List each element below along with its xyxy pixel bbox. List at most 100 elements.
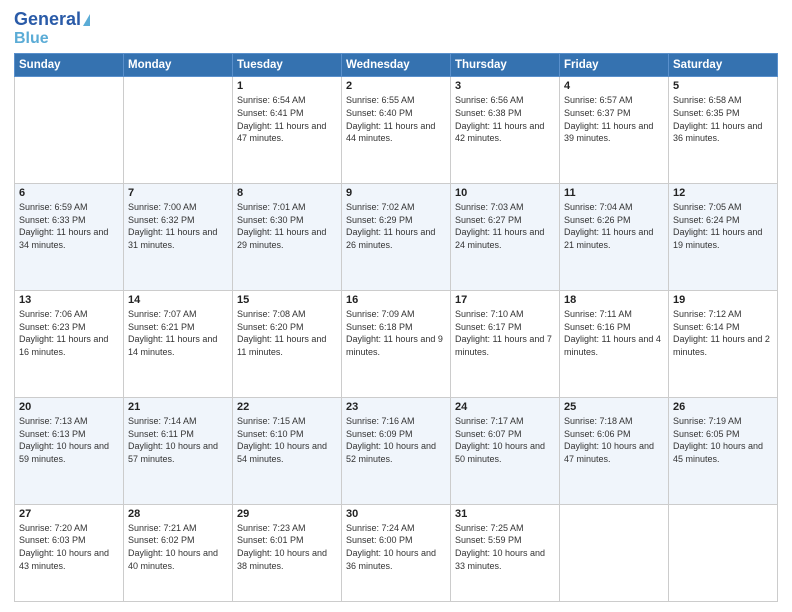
calendar-row-0: 1 Sunrise: 6:54 AM Sunset: 6:41 PM Daylig… bbox=[15, 77, 778, 184]
weekday-header-friday: Friday bbox=[560, 54, 669, 77]
calendar-cell: 19Sunrise: 7:12 AM Sunset: 6:14 PM Dayli… bbox=[669, 291, 778, 398]
weekday-header-sunday: Sunday bbox=[15, 54, 124, 77]
day-number: 11 bbox=[564, 187, 664, 199]
page: General Blue SundayMondayTuesdayWednesda… bbox=[0, 0, 792, 612]
weekday-header-row: SundayMondayTuesdayWednesdayThursdayFrid… bbox=[15, 54, 778, 77]
calendar-cell: 24 Sunrise: 7:17 AM Sunset: 6:07 PM Dayli… bbox=[451, 397, 560, 504]
weekday-header-monday: Monday bbox=[124, 54, 233, 77]
calendar-cell: 1 Sunrise: 6:54 AM Sunset: 6:41 PM Daylig… bbox=[233, 77, 342, 184]
day-info: Sunrise: 6:58 AM Sunset: 6:35 PM Dayligh… bbox=[673, 94, 773, 144]
day-number: 28 bbox=[128, 508, 228, 520]
day-info: Sunrise: 7:04 AM Sunset: 6:26 PM Dayligh… bbox=[564, 201, 664, 251]
day-info: Sunrise: 7:00 AM Sunset: 6:32 PM Dayligh… bbox=[128, 201, 228, 251]
day-number: 13 bbox=[19, 294, 119, 306]
day-number: 12 bbox=[673, 187, 773, 199]
day-number: 17 bbox=[455, 294, 555, 306]
calendar-cell: 5 Sunrise: 6:58 AM Sunset: 6:35 PM Daylig… bbox=[669, 77, 778, 184]
day-number: 30 bbox=[346, 508, 446, 520]
day-number: 8 bbox=[237, 187, 337, 199]
calendar-cell bbox=[669, 504, 778, 601]
calendar-cell: 17 Sunrise: 7:10 AM Sunset: 6:17 PM Dayli… bbox=[451, 291, 560, 398]
day-info: Sunrise: 7:03 AM Sunset: 6:27 PM Dayligh… bbox=[455, 201, 555, 251]
calendar-row-2: 13 Sunrise: 7:06 AM Sunset: 6:23 PM Dayli… bbox=[15, 291, 778, 398]
calendar-cell: 14Sunrise: 7:07 AM Sunset: 6:21 PM Dayli… bbox=[124, 291, 233, 398]
day-info: Sunrise: 7:20 AM Sunset: 6:03 PM Dayligh… bbox=[19, 522, 119, 572]
day-info: Sunrise: 7:25 AM Sunset: 5:59 PM Dayligh… bbox=[455, 522, 555, 572]
day-info: Sunrise: 7:10 AM Sunset: 6:17 PM Dayligh… bbox=[455, 308, 555, 358]
calendar-cell: 27Sunrise: 7:20 AM Sunset: 6:03 PM Dayli… bbox=[15, 504, 124, 601]
header: General Blue bbox=[14, 10, 778, 47]
weekday-header-wednesday: Wednesday bbox=[342, 54, 451, 77]
day-info: Sunrise: 7:11 AM Sunset: 6:16 PM Dayligh… bbox=[564, 308, 664, 358]
day-info: Sunrise: 6:54 AM Sunset: 6:41 PM Dayligh… bbox=[237, 94, 337, 144]
day-number: 25 bbox=[564, 401, 664, 413]
calendar-cell: 26 Sunrise: 7:19 AM Sunset: 6:05 PM Dayli… bbox=[669, 397, 778, 504]
day-info: Sunrise: 7:19 AM Sunset: 6:05 PM Dayligh… bbox=[673, 415, 773, 465]
day-info: Sunrise: 7:09 AM Sunset: 6:18 PM Dayligh… bbox=[346, 308, 446, 358]
calendar-cell: 15 Sunrise: 7:08 AM Sunset: 6:20 PM Dayli… bbox=[233, 291, 342, 398]
day-info: Sunrise: 7:14 AM Sunset: 6:11 PM Dayligh… bbox=[128, 415, 228, 465]
day-number: 16 bbox=[346, 294, 446, 306]
calendar-cell bbox=[560, 504, 669, 601]
calendar-row-1: 6Sunrise: 6:59 AM Sunset: 6:33 PM Daylig… bbox=[15, 184, 778, 291]
calendar-cell: 7 Sunrise: 7:00 AM Sunset: 6:32 PM Daylig… bbox=[124, 184, 233, 291]
day-number: 14 bbox=[128, 294, 228, 306]
day-number: 24 bbox=[455, 401, 555, 413]
calendar-cell: 31 Sunrise: 7:25 AM Sunset: 5:59 PM Dayli… bbox=[451, 504, 560, 601]
day-number: 31 bbox=[455, 508, 555, 520]
logo-triangle-icon bbox=[83, 14, 90, 26]
day-number: 4 bbox=[564, 80, 664, 92]
day-info: Sunrise: 7:17 AM Sunset: 6:07 PM Dayligh… bbox=[455, 415, 555, 465]
calendar-cell: 10 Sunrise: 7:03 AM Sunset: 6:27 PM Dayli… bbox=[451, 184, 560, 291]
logo-text: General bbox=[14, 10, 81, 30]
day-number: 7 bbox=[128, 187, 228, 199]
day-info: Sunrise: 7:08 AM Sunset: 6:20 PM Dayligh… bbox=[237, 308, 337, 358]
day-number: 26 bbox=[673, 401, 773, 413]
calendar-cell: 8 Sunrise: 7:01 AM Sunset: 6:30 PM Daylig… bbox=[233, 184, 342, 291]
day-number: 6 bbox=[19, 187, 119, 199]
day-info: Sunrise: 6:57 AM Sunset: 6:37 PM Dayligh… bbox=[564, 94, 664, 144]
calendar-table: SundayMondayTuesdayWednesdayThursdayFrid… bbox=[14, 53, 778, 602]
day-info: Sunrise: 7:18 AM Sunset: 6:06 PM Dayligh… bbox=[564, 415, 664, 465]
calendar-cell: 28 Sunrise: 7:21 AM Sunset: 6:02 PM Dayli… bbox=[124, 504, 233, 601]
calendar-cell bbox=[124, 77, 233, 184]
day-info: Sunrise: 7:02 AM Sunset: 6:29 PM Dayligh… bbox=[346, 201, 446, 251]
calendar-cell: 21Sunrise: 7:14 AM Sunset: 6:11 PM Dayli… bbox=[124, 397, 233, 504]
day-info: Sunrise: 7:13 AM Sunset: 6:13 PM Dayligh… bbox=[19, 415, 119, 465]
day-info: Sunrise: 7:06 AM Sunset: 6:23 PM Dayligh… bbox=[19, 308, 119, 358]
day-info: Sunrise: 7:05 AM Sunset: 6:24 PM Dayligh… bbox=[673, 201, 773, 251]
calendar-cell: 16 Sunrise: 7:09 AM Sunset: 6:18 PM Dayli… bbox=[342, 291, 451, 398]
day-number: 10 bbox=[455, 187, 555, 199]
calendar-cell: 18Sunrise: 7:11 AM Sunset: 6:16 PM Dayli… bbox=[560, 291, 669, 398]
day-number: 5 bbox=[673, 80, 773, 92]
calendar-cell: 20Sunrise: 7:13 AM Sunset: 6:13 PM Dayli… bbox=[15, 397, 124, 504]
calendar-cell bbox=[15, 77, 124, 184]
calendar-cell: 13 Sunrise: 7:06 AM Sunset: 6:23 PM Dayli… bbox=[15, 291, 124, 398]
calendar-cell: 4 Sunrise: 6:57 AM Sunset: 6:37 PM Daylig… bbox=[560, 77, 669, 184]
calendar-cell: 23Sunrise: 7:16 AM Sunset: 6:09 PM Dayli… bbox=[342, 397, 451, 504]
day-number: 2 bbox=[346, 80, 446, 92]
day-number: 3 bbox=[455, 80, 555, 92]
day-info: Sunrise: 7:21 AM Sunset: 6:02 PM Dayligh… bbox=[128, 522, 228, 572]
calendar-cell: 22 Sunrise: 7:15 AM Sunset: 6:10 PM Dayli… bbox=[233, 397, 342, 504]
calendar-cell: 3 Sunrise: 6:56 AM Sunset: 6:38 PM Daylig… bbox=[451, 77, 560, 184]
calendar-cell: 29Sunrise: 7:23 AM Sunset: 6:01 PM Dayli… bbox=[233, 504, 342, 601]
day-info: Sunrise: 6:55 AM Sunset: 6:40 PM Dayligh… bbox=[346, 94, 446, 144]
calendar-cell: 25 Sunrise: 7:18 AM Sunset: 6:06 PM Dayli… bbox=[560, 397, 669, 504]
logo-blue: Blue bbox=[14, 30, 49, 48]
day-number: 22 bbox=[237, 401, 337, 413]
day-info: Sunrise: 7:23 AM Sunset: 6:01 PM Dayligh… bbox=[237, 522, 337, 572]
day-number: 15 bbox=[237, 294, 337, 306]
weekday-header-saturday: Saturday bbox=[669, 54, 778, 77]
calendar-row-4: 27Sunrise: 7:20 AM Sunset: 6:03 PM Dayli… bbox=[15, 504, 778, 601]
day-info: Sunrise: 7:16 AM Sunset: 6:09 PM Dayligh… bbox=[346, 415, 446, 465]
day-info: Sunrise: 7:12 AM Sunset: 6:14 PM Dayligh… bbox=[673, 308, 773, 358]
calendar-cell: 11 Sunrise: 7:04 AM Sunset: 6:26 PM Dayli… bbox=[560, 184, 669, 291]
calendar-cell: 12 Sunrise: 7:05 AM Sunset: 6:24 PM Dayli… bbox=[669, 184, 778, 291]
day-number: 1 bbox=[237, 80, 337, 92]
calendar-cell: 6Sunrise: 6:59 AM Sunset: 6:33 PM Daylig… bbox=[15, 184, 124, 291]
day-info: Sunrise: 7:01 AM Sunset: 6:30 PM Dayligh… bbox=[237, 201, 337, 251]
day-info: Sunrise: 6:56 AM Sunset: 6:38 PM Dayligh… bbox=[455, 94, 555, 144]
day-info: Sunrise: 7:15 AM Sunset: 6:10 PM Dayligh… bbox=[237, 415, 337, 465]
calendar-row-3: 20Sunrise: 7:13 AM Sunset: 6:13 PM Dayli… bbox=[15, 397, 778, 504]
